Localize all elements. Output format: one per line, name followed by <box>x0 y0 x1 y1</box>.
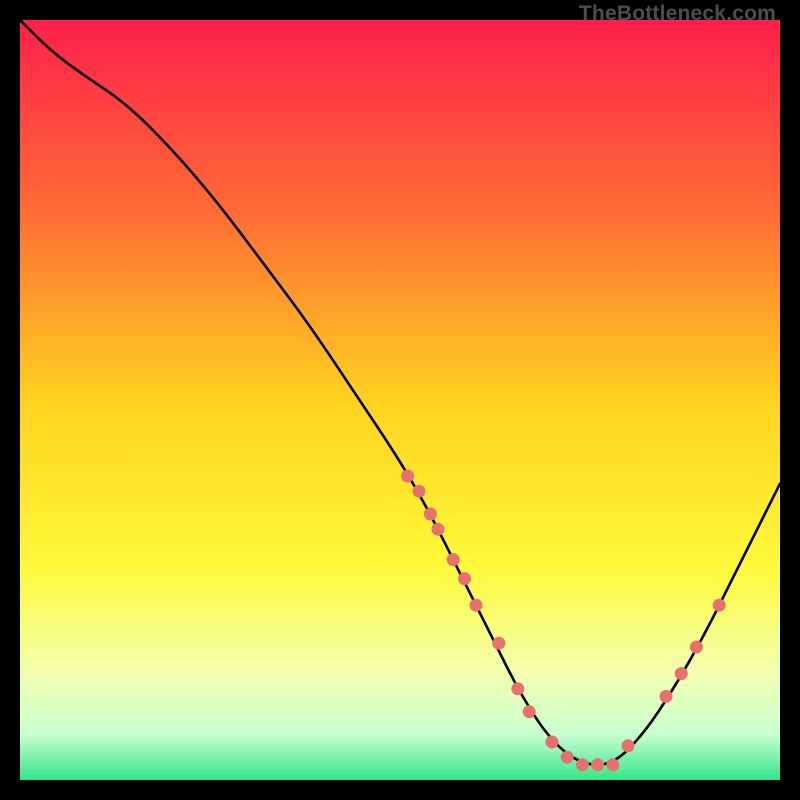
marker-point <box>591 758 604 771</box>
marker-point <box>660 690 673 703</box>
marker-point <box>622 739 635 752</box>
marker-point <box>458 572 471 585</box>
marker-point <box>447 553 460 566</box>
watermark: TheBottleneck.com <box>579 2 776 26</box>
chart-frame <box>20 20 780 780</box>
marker-point <box>413 485 426 498</box>
marker-point <box>690 641 703 654</box>
marker-point <box>576 758 589 771</box>
marker-point <box>511 682 524 695</box>
marker-point <box>470 599 483 612</box>
marker-point <box>713 599 726 612</box>
marker-point <box>401 470 414 483</box>
marker-point <box>432 523 445 536</box>
marker-point <box>561 751 574 764</box>
marker-point <box>424 508 437 521</box>
marker-point <box>523 705 536 718</box>
chart-svg <box>20 20 780 780</box>
marker-point <box>492 637 505 650</box>
marker-point <box>675 667 688 680</box>
marker-point <box>546 736 559 749</box>
gradient-background <box>20 20 780 780</box>
marker-point <box>606 758 619 771</box>
